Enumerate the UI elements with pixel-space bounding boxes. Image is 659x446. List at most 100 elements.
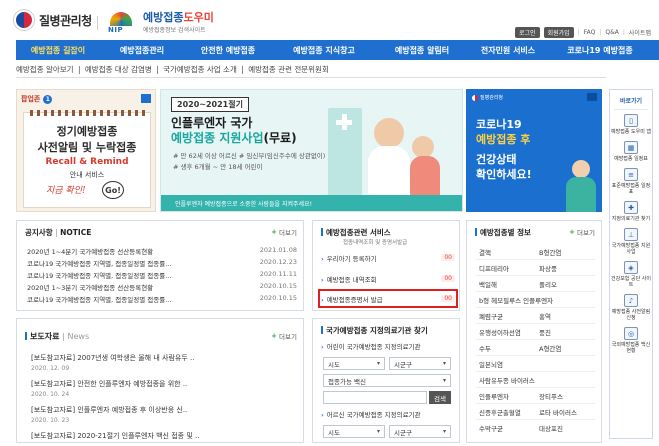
list-item[interactable]: 코로나19 국가예방접종 지역별, 접종일정별 접종률... 2020.10.15 — [27, 294, 297, 304]
nip-sun-icon: NIP — [104, 10, 138, 34]
clinic-finder-title: 국가예방접종 지정의료기관 찾기 — [321, 325, 428, 336]
list-item[interactable]: [보도참고자료] 인플루엔자 예방접종 후 이상반응 신.. — [31, 405, 187, 415]
gnb-item-covid[interactable]: 코로나19 예방접종 — [548, 45, 652, 56]
popup-line1: 정기예방접종 — [56, 125, 118, 138]
go-badge[interactable]: Go! — [102, 181, 124, 199]
disease-link[interactable]: b형 헤모필루스 인플루엔자 — [479, 295, 553, 305]
notice-more-link[interactable]: + 더보기 — [271, 227, 297, 237]
popup-zone-banner[interactable]: 팝업존 1 정기예방접종 사전알림 및 누락접종 Recall & Remind… — [16, 89, 156, 212]
gnb-item-management[interactable]: 예방접종관리 — [100, 45, 184, 56]
list-item[interactable]: [보도참고자료] 안전한 인플루엔자 예방접종을 위한 .. — [31, 379, 187, 389]
list-item[interactable]: [보도참고자료] 2020-21절기 인플루엔자 백신 접종 및 .. — [31, 431, 199, 441]
site-header: 질병관리청 NIP 예방접종도우미 예방접종정보 검색사이트 로그인 회원가입 … — [0, 0, 659, 44]
covid-title-line1: 코로나19 — [476, 118, 522, 131]
disease-link[interactable]: 유행성이하선염 — [479, 327, 521, 337]
disease-link[interactable]: 로타 바이러스 — [539, 407, 577, 417]
sitemap-link[interactable]: 사이트맵 — [629, 28, 651, 37]
subnav-item[interactable]: 예방접종 알아보기 — [16, 65, 74, 74]
quick-link-support[interactable]: ⊥ 국가예방접종 지원사업 — [610, 224, 652, 257]
subnav-item[interactable]: 예방접종 관련 전문위원회 — [248, 65, 329, 74]
quick-link-nhis[interactable]: ◈ 건강보험 공단 사이트 — [610, 257, 652, 290]
quick-link-schedule[interactable]: ▦ 예방접종 일정표 — [610, 137, 652, 164]
disease-link[interactable]: 사람유두종 바이러스 — [479, 375, 535, 385]
disease-more-link[interactable]: + 더보기 — [569, 227, 595, 237]
disease-link[interactable]: 풍진 — [539, 327, 551, 337]
sigungu-select[interactable]: 시군구 ▾ — [389, 357, 451, 370]
gnb-item-news[interactable]: 예방접종 알림터 — [376, 45, 468, 56]
disease-link[interactable]: 수막구균 — [479, 423, 503, 433]
quick-link-clinic-search[interactable]: ✚ 지정의료기관 찾기 — [610, 197, 652, 224]
flu-sigungu-select[interactable]: 시군구 ▾ — [389, 425, 451, 438]
subnav-item[interactable]: 예방접종 대상 감염병 — [85, 65, 152, 74]
quick-link-recall[interactable]: ♪ 예방접종 사전알림 신청 — [610, 290, 652, 323]
gnb-item-safety[interactable]: 안전한 예방접종 — [184, 45, 272, 56]
clinic-search-input[interactable] — [323, 391, 427, 404]
service-register-baby[interactable]: › 우리아기 등록하기 00 — [321, 251, 455, 264]
disease-link[interactable]: A형간염 — [539, 343, 561, 353]
covid-title-line4: 확인하세요! — [476, 168, 532, 181]
banner-control-button[interactable] — [587, 93, 597, 101]
services-subtitle: 접종내역조회 및 증명서발급 — [343, 240, 408, 246]
quick-link-overseas[interactable]: ◎ 국외예방접종 백신현황 — [610, 323, 652, 356]
disease-link[interactable]: B형간염 — [539, 247, 561, 257]
quick-link-standard-schedule[interactable]: ≡ 표준예방접종 일정표 — [610, 164, 652, 197]
arrow-icon: › — [321, 411, 324, 419]
list-item[interactable]: 2020년 1~3분기 국가예방접종 선산등록현황 2020.10.15 — [27, 282, 297, 292]
sub-navigation: 예방접종 알아보기 | 예방접종 대상 감염병 | 국가예방접종 사업 소개 |… — [16, 65, 329, 74]
subnav-item[interactable]: 국가예방접종 사업 소개 — [163, 65, 237, 74]
disease-link[interactable]: 파상풍 — [539, 263, 557, 273]
nip-logo[interactable]: NIP 예방접종도우미 예방접종정보 검색사이트 — [104, 9, 214, 34]
disease-link[interactable]: 디프테리아 — [479, 263, 509, 273]
faq-link[interactable]: FAQ — [584, 29, 596, 36]
list-item[interactable]: 2020년 1~4분기 국가예방접종 선산등록현황 2021.01.08 — [27, 246, 297, 256]
quick-links-title: 바로가기 — [614, 90, 648, 110]
kdca-logo[interactable]: 질병관리청 — [14, 10, 92, 30]
phone-icon: ▯ — [624, 114, 638, 127]
clinic-finder-panel: 국가예방접종 지정의료기관 찾기 › 어린이 국가예방접종 지정의료기관 시도 ▾ … — [312, 318, 460, 443]
list-item[interactable]: 코로나19 국가예방접종 지역별, 접종일정별 접종률... 2020.12.23 — [27, 258, 297, 268]
disease-link[interactable]: 신증후군출혈열 — [479, 407, 521, 417]
document-icon: ≡ — [624, 168, 638, 181]
popup-pause-button[interactable] — [141, 94, 151, 103]
main-navigation: 예방접종 길잡이 예방접종관리 안전한 예방접종 예방접종 지식창고 예방접종 … — [16, 40, 659, 60]
disease-link[interactable]: 대상포진 — [539, 423, 563, 433]
disease-link[interactable]: 인플루엔자 — [479, 391, 509, 401]
list-item[interactable]: [보도참고자료] 2007년생 여학생은 올해 내 사람유두 .. — [31, 353, 194, 363]
flu-target-line1: # 만 62세 이상 어르신 # 임신부(임신주수에 상관없이) — [173, 152, 326, 160]
hospital-icon — [328, 108, 362, 196]
list-item-date: 2020. 10. 24 — [31, 391, 70, 398]
press-panel: 보도자료 | News + 더보기 [보도참고자료] 2007년생 여학생은 올해… — [16, 318, 304, 443]
join-button[interactable]: 회원가입 — [543, 27, 574, 38]
qa-link[interactable]: Q&A — [605, 29, 619, 36]
quick-links-sidebar: 바로가기 ▯ 예방접종 도우미 앱 ▦ 예방접종 일정표 ≡ 표준예방접종 일정표 ✚… — [609, 89, 653, 439]
gnb-item-knowledge[interactable]: 예방접종 지식창고 — [272, 45, 376, 56]
flu-clinic-label: › 어르신 국가예방접종 지정의료기관 — [321, 411, 421, 419]
kdca-emblem-icon — [472, 94, 478, 101]
service-history-lookup[interactable]: › 예방접종 내역조회 00 — [321, 272, 455, 285]
globe-icon: ◎ — [624, 327, 638, 340]
list-item[interactable]: 코로나19 국가예방접종 지역별, 접종일정별 접종률... 2020.11.11 — [27, 270, 297, 280]
vaccine-select[interactable]: 접종가능 백신 ▾ — [323, 374, 451, 387]
chevron-down-icon: ▾ — [376, 360, 380, 367]
disease-link[interactable]: 폐렴구균 — [479, 311, 503, 321]
service-certificate-issue[interactable]: › 예방접종증명서 발급 00 — [318, 289, 458, 308]
disease-link[interactable]: 홍역 — [539, 311, 551, 321]
gnb-item-eservice[interactable]: 전자민원 서비스 — [468, 45, 548, 56]
nip-title: 예방접종도우미 — [143, 11, 214, 24]
covid-check-banner[interactable]: 질병관리청 코로나19 예방접종 후 건강상태 확인하세요! — [466, 89, 602, 212]
disease-link[interactable]: 폴리오 — [539, 279, 557, 289]
clinic-search-button[interactable]: 검색 — [429, 391, 451, 404]
flu-vaccine-banner[interactable]: 2020~2021절기 인플루엔자 국가 예방접종 지원사업(무료) # 만 6… — [160, 89, 463, 212]
quick-link-app[interactable]: ▯ 예방접종 도우미 앱 — [610, 110, 652, 137]
login-button[interactable]: 로그인 — [515, 27, 540, 38]
press-more-link[interactable]: + 더보기 — [271, 331, 297, 341]
disease-link[interactable]: 일본뇌염 — [479, 359, 503, 369]
sido-select[interactable]: 시도 ▾ — [323, 357, 385, 370]
disease-link[interactable]: 장티푸스 — [539, 391, 563, 401]
flu-sido-select[interactable]: 시도 ▾ — [323, 425, 385, 438]
disease-link[interactable]: 백일해 — [479, 279, 497, 289]
disease-link[interactable]: 수두 — [479, 343, 491, 353]
disease-link[interactable]: 결핵 — [479, 247, 491, 257]
gnb-item-guide[interactable]: 예방접종 길잡이 — [16, 45, 100, 56]
arrow-icon: › — [321, 275, 324, 284]
